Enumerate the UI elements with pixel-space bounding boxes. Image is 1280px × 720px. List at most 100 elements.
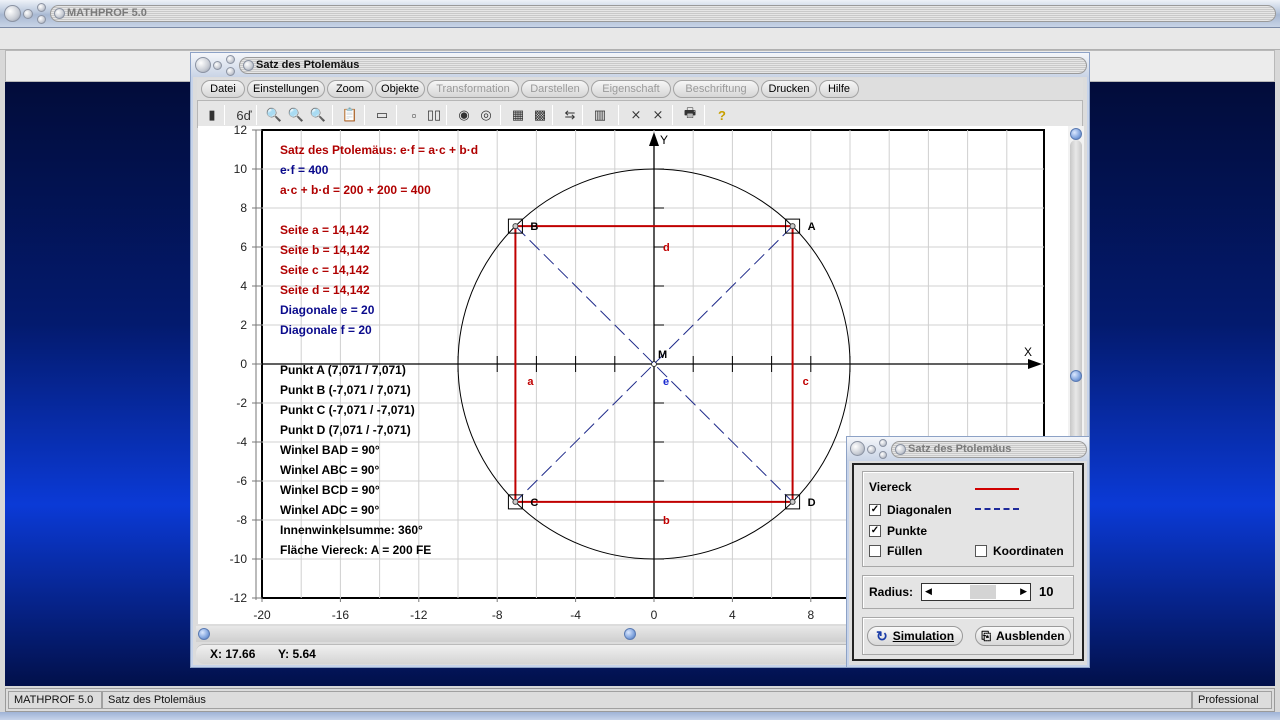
- info-line: Diagonale f = 20: [280, 323, 372, 337]
- panel-restore-orb-icon[interactable]: [879, 439, 887, 447]
- info-line: e·f = 400: [280, 163, 329, 177]
- viereck-label: Viereck: [869, 480, 912, 494]
- info-line: Winkel BAD = 90°: [280, 443, 380, 457]
- info-line: Seite c = 14,142: [280, 263, 369, 277]
- taskbar-edge: [0, 712, 1280, 720]
- point-C: [512, 498, 519, 505]
- y-tick-label: 2: [240, 318, 247, 332]
- y-tick-label: -4: [236, 435, 247, 449]
- info-line: Winkel BCD = 90°: [280, 483, 380, 497]
- info-line: Seite a = 14,142: [280, 223, 369, 237]
- cursor-x: X: 17.66: [210, 647, 256, 661]
- hide-panel-icon: ⎘: [981, 629, 991, 643]
- horizontal-scroll-left-knob[interactable]: [198, 628, 210, 640]
- action-group: ↻ Simulation ⎘ Ausblenden: [862, 617, 1074, 655]
- simulation-button[interactable]: ↻ Simulation: [867, 626, 963, 646]
- side-label-c: c: [803, 376, 809, 388]
- info-line: Winkel ABC = 90°: [280, 463, 379, 477]
- horizontal-scroll-thumb[interactable]: [624, 628, 636, 640]
- simulation-button-label: Simulation: [892, 629, 955, 643]
- checkbox-diagonalen-box[interactable]: ✓: [869, 504, 881, 516]
- refresh-icon: ↻: [875, 628, 888, 644]
- diagonal-legend-line: [975, 508, 1019, 510]
- diagonal-label-e: e: [663, 376, 669, 388]
- panel-menu-orb-icon[interactable]: [850, 441, 865, 456]
- checkbox-diagonalen-label: Diagonalen: [887, 503, 952, 517]
- checkbox-koordinaten-box[interactable]: [975, 545, 987, 557]
- info-line: Fläche Viereck: A = 200 FE: [280, 543, 431, 557]
- center-label: M: [658, 349, 667, 361]
- point-label-C: C: [530, 497, 538, 509]
- hide-button[interactable]: ⎘ Ausblenden: [975, 626, 1071, 646]
- display-options-group: Viereck ✓ Diagonalen ✓ Punkte Füllen Koo…: [862, 471, 1074, 567]
- checkbox-koordinaten[interactable]: Koordinaten: [975, 544, 1064, 558]
- point-B: [512, 223, 519, 230]
- info-line: Seite d = 14,142: [280, 283, 370, 297]
- radius-slider[interactable]: ◀ ▶: [921, 583, 1031, 601]
- coordinate-readout: X: 17.66 Y: 5.64: [196, 644, 848, 664]
- radius-label: Radius:: [869, 585, 914, 599]
- panel-title: Satz des Ptolemäus: [891, 441, 1087, 458]
- info-line: Punkt A (7,071 / 7,071): [280, 363, 406, 377]
- point-label-B: B: [530, 221, 538, 233]
- info-line: Seite b = 14,142: [280, 243, 370, 257]
- status-module: Satz des Ptolemäus: [102, 691, 1192, 709]
- radius-slider-thumb[interactable]: [970, 585, 996, 599]
- side-label-d: d: [663, 242, 670, 254]
- y-tick-label: -6: [236, 474, 247, 488]
- y-tick-label: -10: [230, 552, 248, 566]
- side-label-b: b: [663, 515, 670, 527]
- viereck-label-text: Viereck: [869, 480, 912, 494]
- horizontal-scrollbar[interactable]: [196, 626, 848, 642]
- x-tick-label: -4: [570, 608, 581, 622]
- quad-legend-line: [975, 488, 1019, 490]
- radius-value: 10: [1039, 584, 1054, 599]
- x-tick-label: -16: [332, 608, 350, 622]
- y-tick-label: 12: [234, 123, 248, 137]
- cursor-y: Y: 5.64: [278, 647, 316, 661]
- point-label-D: D: [808, 497, 816, 509]
- y-tick-label: 0: [240, 357, 247, 371]
- panel-minimize-orb-icon[interactable]: [867, 445, 876, 454]
- checkbox-diagonalen[interactable]: ✓ Diagonalen: [869, 503, 952, 517]
- checkbox-punkte[interactable]: ✓ Punkte: [869, 524, 927, 538]
- y-axis-label: Y: [660, 133, 668, 147]
- checkbox-punkte-box[interactable]: ✓: [869, 525, 881, 537]
- info-line: Winkel ADC = 90°: [280, 503, 379, 517]
- slider-right-arrow-icon[interactable]: ▶: [1020, 586, 1027, 597]
- status-edition: Professional: [1192, 691, 1272, 709]
- panel-close-orb-icon[interactable]: [879, 451, 887, 459]
- checkbox-punkte-label: Punkte: [887, 524, 928, 538]
- x-tick-label: 4: [729, 608, 736, 622]
- vertical-scroll-thumb[interactable]: [1070, 370, 1082, 382]
- x-tick-label: -20: [253, 608, 271, 622]
- info-line: Diagonale e = 20: [280, 303, 375, 317]
- checkbox-fuellen[interactable]: Füllen: [869, 544, 922, 558]
- info-line: Satz des Ptolemäus: e·f = a·c + b·d: [280, 143, 478, 157]
- panel-body: Viereck ✓ Diagonalen ✓ Punkte Füllen Koo…: [852, 463, 1084, 661]
- info-line: Punkt B (-7,071 / 7,071): [280, 383, 411, 397]
- side-label-a: a: [527, 376, 534, 388]
- y-tick-label: -12: [230, 591, 248, 605]
- status-app-name: MATHPROF 5.0: [8, 691, 102, 709]
- point-A: [789, 223, 796, 230]
- y-tick-label: -2: [236, 396, 247, 410]
- info-line: Punkt C (-7,071 / -7,071): [280, 403, 415, 417]
- panel-title-text: Satz des Ptolemäus: [908, 443, 1012, 455]
- x-tick-label: -8: [492, 608, 503, 622]
- y-tick-label: -8: [236, 513, 247, 527]
- status-bar: MATHPROF 5.0 Satz des Ptolemäus Professi…: [5, 688, 1275, 712]
- y-tick-label: 8: [240, 201, 247, 215]
- panel-titlebar: Satz des Ptolemäus: [847, 437, 1089, 461]
- info-line: Punkt D (7,071 / -7,071): [280, 423, 411, 437]
- control-panel: Satz des Ptolemäus Viereck ✓ Diagonalen …: [846, 436, 1090, 668]
- x-tick-label: -12: [410, 608, 428, 622]
- slider-left-arrow-icon[interactable]: ◀: [925, 586, 932, 597]
- point-label-A: A: [808, 221, 816, 233]
- info-line: Innenwinkelsumme: 360°: [280, 523, 423, 537]
- checkbox-fuellen-box[interactable]: [869, 545, 881, 557]
- x-tick-label: 0: [651, 608, 658, 622]
- radius-group: Radius: ◀ ▶ 10: [862, 575, 1074, 609]
- vertical-scroll-top-knob[interactable]: [1070, 128, 1082, 140]
- y-tick-label: 4: [240, 279, 247, 293]
